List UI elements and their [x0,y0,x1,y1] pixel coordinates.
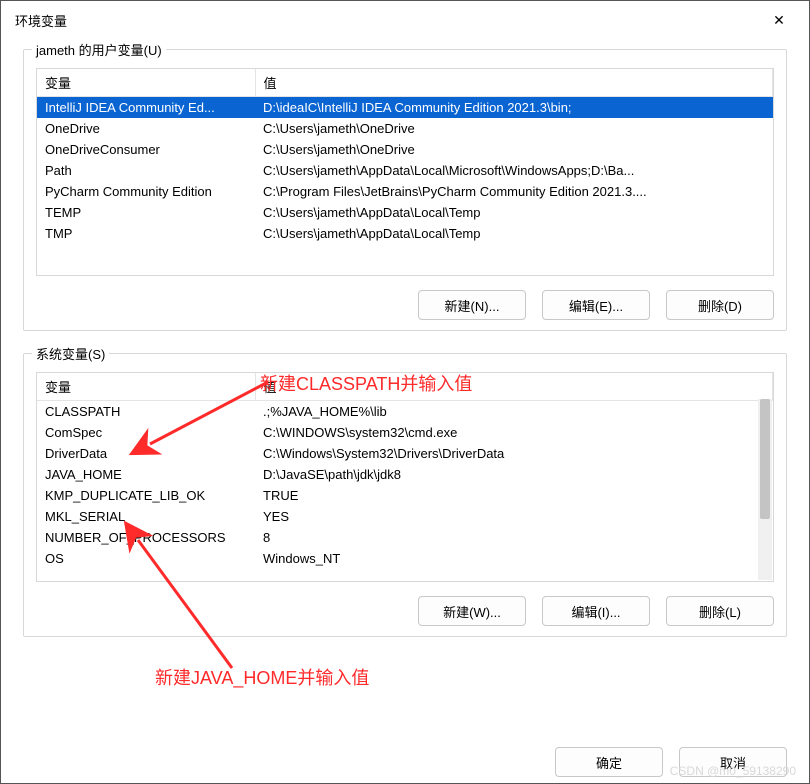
col-header-value[interactable]: 值 [255,69,773,97]
table-row[interactable]: DriverDataC:\Windows\System32\Drivers\Dr… [37,443,773,464]
cell-value: C:\Users\jameth\AppData\Local\Microsoft\… [255,160,773,181]
cell-variable: JAVA_HOME [37,464,255,485]
system-vars-table[interactable]: 变量 值 CLASSPATH.;%JAVA_HOME%\libComSpecC:… [37,373,773,569]
cell-variable: TMP [37,223,255,244]
col-header-value[interactable]: 值 [255,373,773,401]
cell-value: C:\Program Files\JetBrains\PyCharm Commu… [255,181,773,202]
col-header-variable[interactable]: 变量 [37,373,255,401]
system-vars-group: 系统变量(S) 变量 值 CLASSPATH.;%JAVA_HOME%\libC… [23,353,787,637]
cell-value: C:\WINDOWS\system32\cmd.exe [255,422,773,443]
user-vars-table[interactable]: 变量 值 IntelliJ IDEA Community Ed...D:\ide… [37,69,773,244]
cell-variable: Path [37,160,255,181]
user-edit-button[interactable]: 编辑(E)... [542,290,650,320]
system-vars-buttons: 新建(W)... 编辑(I)... 删除(L) [36,596,774,626]
user-vars-table-wrap: 变量 值 IntelliJ IDEA Community Ed...D:\ide… [36,68,774,276]
cell-value: C:\Users\jameth\OneDrive [255,139,773,160]
table-row[interactable]: OSWindows_NT [37,548,773,569]
table-row[interactable]: ComSpecC:\WINDOWS\system32\cmd.exe [37,422,773,443]
cell-variable: DriverData [37,443,255,464]
table-row[interactable]: TMPC:\Users\jameth\AppData\Local\Temp [37,223,773,244]
cell-value: C:\Users\jameth\AppData\Local\Temp [255,202,773,223]
cell-value: C:\Windows\System32\Drivers\DriverData [255,443,773,464]
table-row[interactable]: TEMPC:\Users\jameth\AppData\Local\Temp [37,202,773,223]
close-button[interactable]: ✕ [761,9,797,31]
table-row[interactable]: NUMBER_OF_PROCESSORS8 [37,527,773,548]
user-vars-label: jameth 的用户变量(U) [32,40,166,59]
table-row[interactable]: PathC:\Users\jameth\AppData\Local\Micros… [37,160,773,181]
table-row[interactable]: OneDriveConsumerC:\Users\jameth\OneDrive [37,139,773,160]
cell-value: TRUE [255,485,773,506]
ok-button[interactable]: 确定 [555,747,663,777]
system-new-button[interactable]: 新建(W)... [418,596,526,626]
cell-variable: ComSpec [37,422,255,443]
close-icon: ✕ [773,12,785,29]
table-row[interactable]: IntelliJ IDEA Community Ed...D:\ideaIC\I… [37,97,773,119]
table-row[interactable]: PyCharm Community EditionC:\Program File… [37,181,773,202]
cell-variable: OneDrive [37,118,255,139]
table-row[interactable]: MKL_SERIALYES [37,506,773,527]
cell-variable: TEMP [37,202,255,223]
window-title: 环境变量 [15,11,67,30]
cell-value: 8 [255,527,773,548]
user-new-button[interactable]: 新建(N)... [418,290,526,320]
scroll-thumb[interactable] [760,399,770,519]
user-vars-group: jameth 的用户变量(U) 变量 值 IntelliJ IDEA Commu… [23,49,787,331]
table-row[interactable]: OneDriveC:\Users\jameth\OneDrive [37,118,773,139]
cell-value: C:\Users\jameth\OneDrive [255,118,773,139]
user-delete-button[interactable]: 删除(D) [666,290,774,320]
cancel-button[interactable]: 取消 [679,747,787,777]
dialog-content: jameth 的用户变量(U) 变量 值 IntelliJ IDEA Commu… [1,39,809,743]
cell-value: D:\ideaIC\IntelliJ IDEA Community Editio… [255,97,773,119]
cell-variable: MKL_SERIAL [37,506,255,527]
cell-value: Windows_NT [255,548,773,569]
table-row[interactable]: CLASSPATH.;%JAVA_HOME%\lib [37,401,773,423]
cell-value: YES [255,506,773,527]
col-header-variable[interactable]: 变量 [37,69,255,97]
cell-variable: NUMBER_OF_PROCESSORS [37,527,255,548]
cell-variable: CLASSPATH [37,401,255,423]
cell-variable: PyCharm Community Edition [37,181,255,202]
system-edit-button[interactable]: 编辑(I)... [542,596,650,626]
system-vars-scrollbar[interactable] [758,399,772,580]
cell-value: D:\JavaSE\path\jdk\jdk8 [255,464,773,485]
cell-value: .;%JAVA_HOME%\lib [255,401,773,423]
cell-variable: OS [37,548,255,569]
env-vars-dialog: 环境变量 ✕ jameth 的用户变量(U) 变量 值 IntelliJ IDE… [0,0,810,784]
system-delete-button[interactable]: 删除(L) [666,596,774,626]
cell-value: C:\Users\jameth\AppData\Local\Temp [255,223,773,244]
system-vars-table-wrap: 变量 值 CLASSPATH.;%JAVA_HOME%\libComSpecC:… [36,372,774,582]
system-vars-label: 系统变量(S) [32,344,109,363]
dialog-footer: 确定 取消 [1,743,809,783]
cell-variable: KMP_DUPLICATE_LIB_OK [37,485,255,506]
table-row[interactable]: JAVA_HOMED:\JavaSE\path\jdk\jdk8 [37,464,773,485]
titlebar: 环境变量 ✕ [1,1,809,39]
cell-variable: OneDriveConsumer [37,139,255,160]
table-row[interactable]: KMP_DUPLICATE_LIB_OKTRUE [37,485,773,506]
cell-variable: IntelliJ IDEA Community Ed... [37,97,255,119]
user-vars-buttons: 新建(N)... 编辑(E)... 删除(D) [36,290,774,320]
